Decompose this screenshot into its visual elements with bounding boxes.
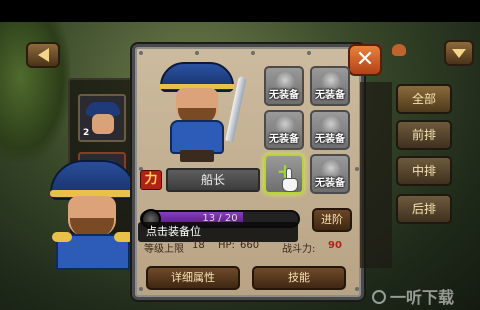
skill-button[interactable]: 技能: [252, 266, 346, 290]
panel-rivet: [139, 51, 143, 55]
hero-portrait: [48, 160, 138, 270]
watermark: 一听下载: [372, 284, 454, 308]
advance-button[interactable]: 进阶: [312, 208, 352, 232]
equip-slot-label: 无装备: [315, 178, 345, 189]
epaulet-left: [52, 232, 72, 242]
tab-middle-row[interactable]: 中排: [396, 156, 452, 186]
back-button[interactable]: [26, 42, 60, 68]
equip-slot-1[interactable]: 无装备: [264, 66, 304, 106]
roster-slot-1[interactable]: 2: [78, 94, 126, 142]
captain-legs: [180, 150, 214, 162]
equip-slot-label: 无装备: [315, 90, 345, 101]
equip-slot-2[interactable]: 无装备: [310, 66, 350, 106]
meat-drumstick-icon: [388, 40, 410, 60]
captain-coat: [170, 120, 224, 154]
back-arrow-icon: [37, 48, 49, 62]
top-letterbox: [0, 0, 480, 22]
equip-slot-label: 无装备: [315, 134, 345, 145]
tutorial-hand-pointer-icon: [280, 168, 300, 194]
chevron-down-icon: [452, 48, 466, 58]
power-label: 战斗力:: [282, 244, 316, 255]
hero-display: [144, 56, 258, 164]
right-list-frame: [360, 82, 392, 268]
panel-rivet: [355, 287, 359, 291]
hero-stats: 等级上限 18 HP: 660 战斗力: 90: [140, 238, 360, 256]
level-cap-value: 18: [192, 240, 205, 251]
hero-class-name: 船长: [166, 168, 260, 192]
hand-palm: [282, 178, 298, 192]
equip-slot-4[interactable]: 无装备: [310, 110, 350, 150]
dropdown-button[interactable]: [444, 40, 474, 66]
equip-slot-3[interactable]: 无装备: [264, 110, 304, 150]
roster-slot-level: 2: [83, 128, 90, 138]
panel-rivet: [355, 167, 359, 171]
panel-rivet: [251, 51, 255, 55]
equip-slot-6[interactable]: 无装备: [310, 154, 350, 194]
close-button[interactable]: ✕: [348, 44, 382, 76]
tab-front-row[interactable]: 前排: [396, 120, 452, 150]
equip-slot-label: 无装备: [269, 90, 299, 101]
power-value: 90: [328, 240, 342, 251]
hp-value: 660: [240, 240, 260, 251]
panel-rivet: [307, 51, 311, 55]
hero-face-icon: [92, 114, 114, 134]
panel-rivet: [195, 51, 199, 55]
drumstick-shape: [392, 44, 406, 56]
panel-rivet: [139, 287, 143, 291]
tab-all[interactable]: 全部: [396, 84, 452, 114]
tab-back-row[interactable]: 后排: [396, 194, 452, 224]
watermark-logo-icon: [372, 290, 386, 304]
watermark-text: 一听下载: [390, 288, 455, 307]
detail-attributes-button[interactable]: 详细属性: [146, 266, 240, 290]
level-cap-label: 等级上限: [144, 244, 184, 255]
class-badge: 力: [140, 170, 162, 190]
hp-label: HP:: [218, 240, 235, 251]
epaulet-right: [114, 232, 134, 242]
close-icon: ✕: [355, 47, 375, 72]
equip-slot-label: 无装备: [269, 134, 299, 145]
